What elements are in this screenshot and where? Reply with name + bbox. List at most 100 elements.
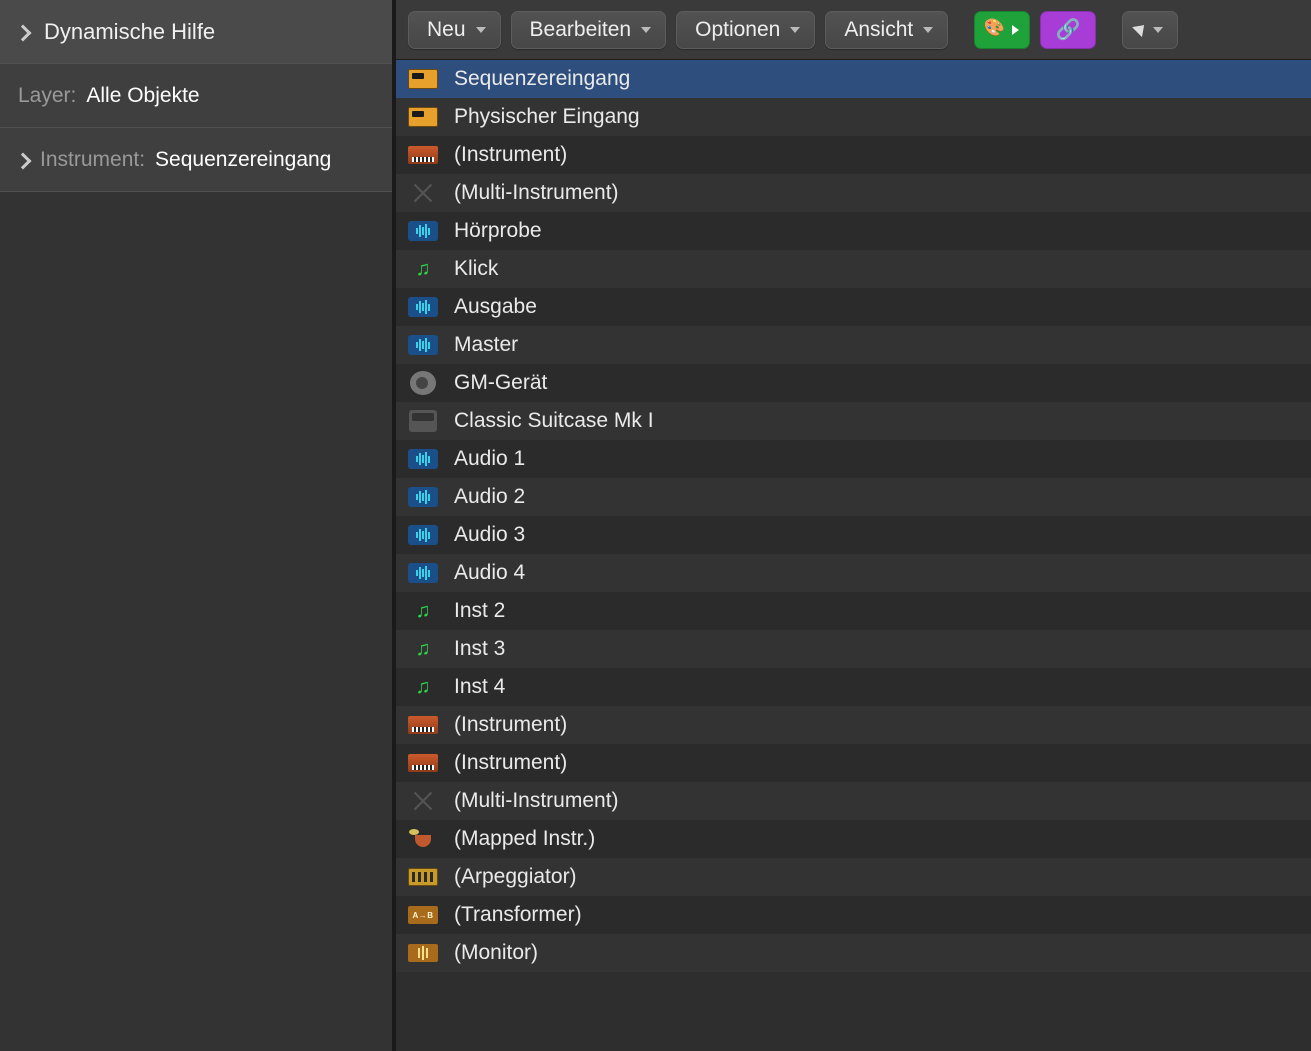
wave-icon — [406, 484, 440, 510]
layer-label: Layer: — [18, 84, 76, 108]
instrument-row[interactable]: Instrument: Sequenzereingang — [0, 128, 392, 192]
object-row-label: Sequenzereingang — [454, 67, 630, 91]
sidebar-header[interactable]: Dynamische Hilfe — [0, 0, 392, 64]
link-button[interactable]: 🔗 — [1040, 11, 1096, 49]
object-row[interactable]: Hörprobe — [396, 212, 1311, 250]
chevron-down-icon — [476, 27, 486, 33]
object-row-label: (Monitor) — [454, 941, 538, 965]
wave-icon — [406, 560, 440, 586]
object-row-label: Physischer Eingang — [454, 105, 640, 129]
object-row[interactable]: Audio 4 — [396, 554, 1311, 592]
note-icon: ♫ — [406, 674, 440, 700]
menu-view[interactable]: Ansicht — [825, 11, 948, 49]
wave-icon — [406, 332, 440, 358]
object-row-label: Audio 1 — [454, 447, 525, 471]
layer-row[interactable]: Layer: Alle Objekte — [0, 64, 392, 128]
instrument-value: Sequenzereingang — [155, 148, 331, 172]
menu-options[interactable]: Optionen — [676, 11, 815, 49]
object-row-label: Master — [454, 333, 518, 357]
chevron-down-icon — [790, 27, 800, 33]
object-row-label: GM-Gerät — [454, 371, 547, 395]
ab-icon: A→B — [406, 902, 440, 928]
note-icon: ♫ — [406, 256, 440, 282]
object-row[interactable]: Audio 3 — [396, 516, 1311, 554]
object-row[interactable]: Ausgabe — [396, 288, 1311, 326]
object-row[interactable]: (Multi-Instrument) — [396, 174, 1311, 212]
object-row-label: Klick — [454, 257, 498, 281]
note-icon: ♫ — [406, 636, 440, 662]
object-row[interactable]: (Instrument) — [396, 706, 1311, 744]
sidebar-header-title: Dynamische Hilfe — [44, 19, 215, 45]
cross-icon — [406, 180, 440, 206]
object-row-label: Classic Suitcase Mk I — [454, 409, 654, 433]
object-row[interactable]: Audio 2 — [396, 478, 1311, 516]
instrument-label: Instrument: — [40, 148, 145, 172]
object-row-label: (Multi-Instrument) — [454, 181, 619, 205]
rack-icon — [406, 66, 440, 92]
pointer-tool-button[interactable] — [1122, 11, 1178, 49]
object-row[interactable]: ♫ Klick — [396, 250, 1311, 288]
object-row[interactable]: Physischer Eingang — [396, 98, 1311, 136]
object-row-label: Audio 3 — [454, 523, 525, 547]
object-row-label: (Mapped Instr.) — [454, 827, 595, 851]
object-row[interactable]: (Multi-Instrument) — [396, 782, 1311, 820]
object-row[interactable]: A→B (Transformer) — [396, 896, 1311, 934]
object-row[interactable]: ♫Inst 2 — [396, 592, 1311, 630]
wave-icon — [406, 522, 440, 548]
inspector-sidebar: Dynamische Hilfe Layer: Alle Objekte Ins… — [0, 0, 396, 1051]
object-row-label: Inst 4 — [454, 675, 505, 699]
cross-icon — [406, 788, 440, 814]
object-list[interactable]: Sequenzereingang Physischer Eingang (Instr… — [396, 60, 1311, 1051]
object-row-label: Audio 4 — [454, 561, 525, 585]
object-row[interactable]: (Mapped Instr.) — [396, 820, 1311, 858]
object-row[interactable]: (Instrument) — [396, 744, 1311, 782]
menu-new[interactable]: Neu — [408, 11, 501, 49]
synth-icon — [406, 142, 440, 168]
object-row[interactable]: Sequenzereingang — [396, 60, 1311, 98]
menu-label: Optionen — [695, 18, 780, 42]
object-row[interactable]: Master — [396, 326, 1311, 364]
amp-icon — [406, 408, 440, 434]
meter-icon — [406, 940, 440, 966]
object-row[interactable]: (Instrument) — [396, 136, 1311, 174]
sidebar-body — [0, 192, 392, 1051]
object-row-label: (Instrument) — [454, 143, 567, 167]
wave-icon — [406, 446, 440, 472]
disclosure-chevron-icon — [18, 154, 30, 166]
menu-label: Ansicht — [844, 18, 913, 42]
object-row[interactable]: (Monitor) — [396, 934, 1311, 972]
chevron-down-icon — [1153, 27, 1163, 33]
chevron-right-icon — [1012, 25, 1019, 35]
object-row[interactable]: Classic Suitcase Mk I — [396, 402, 1311, 440]
menu-label: Bearbeiten — [530, 18, 632, 42]
menu-label: Neu — [427, 18, 466, 42]
disclosure-chevron-icon — [18, 26, 30, 38]
speaker-icon — [406, 370, 440, 396]
object-row[interactable]: ♫ Inst 3 — [396, 630, 1311, 668]
object-row-label: (Instrument) — [454, 713, 567, 737]
synth-icon — [406, 750, 440, 776]
pointer-icon — [1132, 20, 1149, 37]
chevron-down-icon — [923, 27, 933, 33]
chevron-down-icon — [641, 27, 651, 33]
chip-icon — [406, 864, 440, 890]
wave-icon — [406, 294, 440, 320]
object-row[interactable]: Audio 1 — [396, 440, 1311, 478]
main-panel: Neu Bearbeiten Optionen Ansicht 🔗 Se — [396, 0, 1311, 1051]
rack-icon — [406, 104, 440, 130]
object-row-label: Inst 3 — [454, 637, 505, 661]
color-palette-button[interactable] — [974, 11, 1030, 49]
object-row-label: (Instrument) — [454, 751, 567, 775]
object-row[interactable]: GM-Gerät — [396, 364, 1311, 402]
object-row-label: Audio 2 — [454, 485, 525, 509]
note-icon: ♫ — [406, 598, 440, 624]
object-row[interactable]: ♫ Inst 4 — [396, 668, 1311, 706]
object-row-label: Hörprobe — [454, 219, 542, 243]
layer-value: Alle Objekte — [86, 84, 199, 108]
object-row[interactable]: (Arpeggiator) — [396, 858, 1311, 896]
object-row-label: (Multi-Instrument) — [454, 789, 619, 813]
object-row-label: (Transformer) — [454, 903, 582, 927]
object-row-label: (Arpeggiator) — [454, 865, 577, 889]
link-icon: 🔗 — [1056, 17, 1081, 42]
menu-edit[interactable]: Bearbeiten — [511, 11, 667, 49]
